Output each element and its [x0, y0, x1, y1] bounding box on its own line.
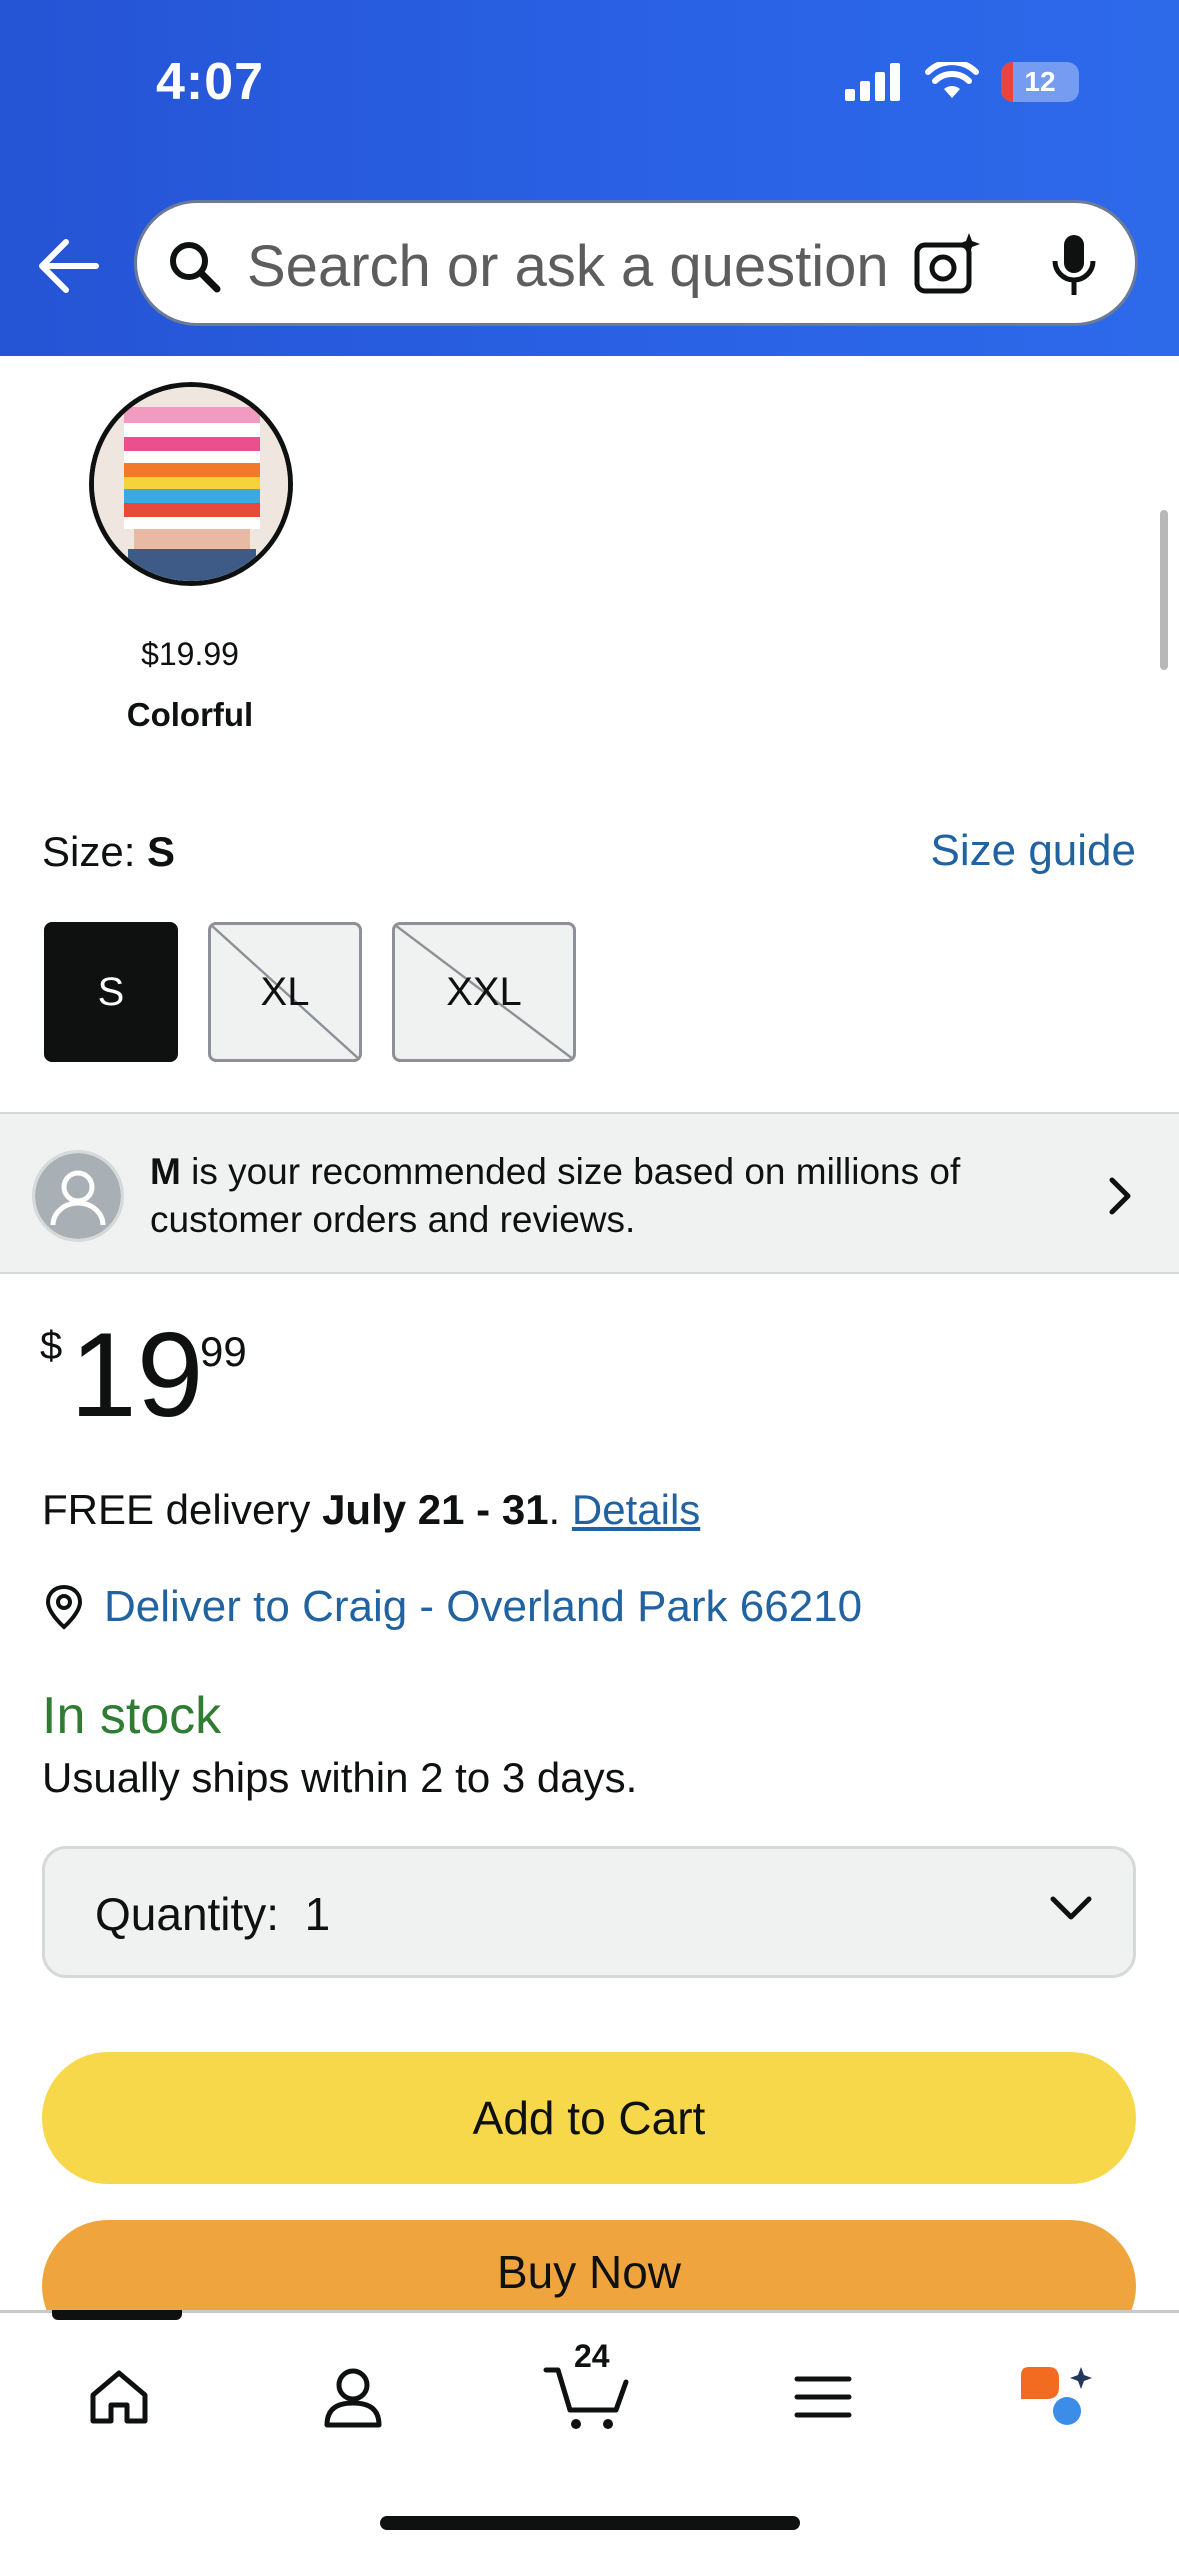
size-option-xxl[interactable]: XXL: [392, 922, 576, 1062]
price-whole: 19: [70, 1308, 204, 1442]
chevron-right-icon: [1109, 1177, 1131, 1215]
variant-swatch[interactable]: [86, 382, 296, 586]
quantity-value: 1: [304, 1888, 331, 1940]
variant-price: $19.99: [141, 636, 239, 672]
rufus-icon: [1021, 2367, 1092, 2425]
quantity-selector[interactable]: Quantity: 1: [42, 1846, 1136, 1978]
delivery-prefix: FREE delivery: [42, 1486, 323, 1533]
size-guide-link[interactable]: Size guide: [931, 826, 1136, 876]
home-icon: [90, 2370, 148, 2424]
nav-home[interactable]: [64, 2342, 174, 2452]
recommended-size: M: [150, 1151, 181, 1192]
search-bar[interactable]: [134, 200, 1138, 326]
status-icons: 12: [845, 62, 1079, 102]
delivery-info: FREE delivery July 21 - 31. Details: [42, 1486, 700, 1534]
size-recommendation-banner[interactable]: M is your recommended size based on mill…: [0, 1112, 1179, 1274]
account-icon: [324, 2368, 382, 2428]
battery-indicator: 12: [1001, 62, 1079, 102]
header-bar: 4:07 12: [0, 0, 1179, 356]
size-label: Size: S: [42, 828, 175, 876]
recommendation-text: M is your recommended size based on mill…: [150, 1148, 1050, 1244]
user-avatar-icon: [32, 1150, 124, 1242]
size-option-s[interactable]: S: [44, 922, 178, 1062]
camera-lens-icon[interactable]: [913, 231, 983, 297]
battery-level: 12: [1024, 66, 1056, 97]
chevron-down-icon: [1050, 1896, 1092, 1920]
microphone-icon[interactable]: [1049, 233, 1099, 299]
home-indicator: [380, 2516, 800, 2530]
price-currency: $: [40, 1324, 63, 1368]
status-time: 4:07: [156, 53, 265, 111]
variant-swatch-image: [89, 382, 293, 586]
deliver-to-text: Deliver to Craig - Overland Park 66210: [104, 1582, 863, 1631]
add-to-cart-button[interactable]: Add to Cart: [42, 2052, 1136, 2184]
menu-icon: [794, 2376, 852, 2418]
cellular-signal-icon: [845, 63, 900, 101]
quantity-label-text: Quantity:: [95, 1888, 280, 1940]
location-pin-icon: [45, 1584, 83, 1630]
cart-count-badge: 24: [574, 2338, 610, 2374]
size-option-label: XL: [260, 969, 310, 1014]
recommendation-message: is your recommended size based on millio…: [150, 1151, 961, 1240]
deliver-to-location[interactable]: Deliver to Craig - Overland Park 66210: [42, 1582, 862, 1632]
price-fraction: 99: [200, 1328, 247, 1375]
delivery-dates: July 21 - 31: [322, 1486, 549, 1533]
ships-info: Usually ships within 2 to 3 days.: [42, 1754, 638, 1801]
search-input[interactable]: [247, 233, 967, 299]
selected-size-value: S: [147, 828, 176, 875]
nav-rufus[interactable]: [1000, 2342, 1110, 2452]
stock-status: In stock: [42, 1687, 222, 1745]
striped-top-image: [94, 387, 288, 581]
delivery-sep: .: [548, 1486, 572, 1533]
nav-account[interactable]: [298, 2342, 408, 2452]
search-icon: [170, 242, 221, 293]
back-arrow-icon[interactable]: [36, 236, 100, 296]
size-option-label: S: [97, 969, 125, 1014]
scrollbar: [1160, 510, 1168, 670]
size-label-text: Size:: [42, 828, 148, 875]
delivery-details-link[interactable]: Details: [572, 1486, 700, 1533]
wifi-icon: [925, 62, 979, 98]
variant-name: Colorful: [126, 696, 254, 733]
quantity-label: Quantity: 1: [95, 1887, 330, 1941]
nav-menu[interactable]: [768, 2342, 878, 2452]
active-tab-indicator: [52, 2310, 182, 2320]
size-option-label: XXL: [446, 969, 522, 1014]
size-option-xl[interactable]: XL: [208, 922, 362, 1062]
